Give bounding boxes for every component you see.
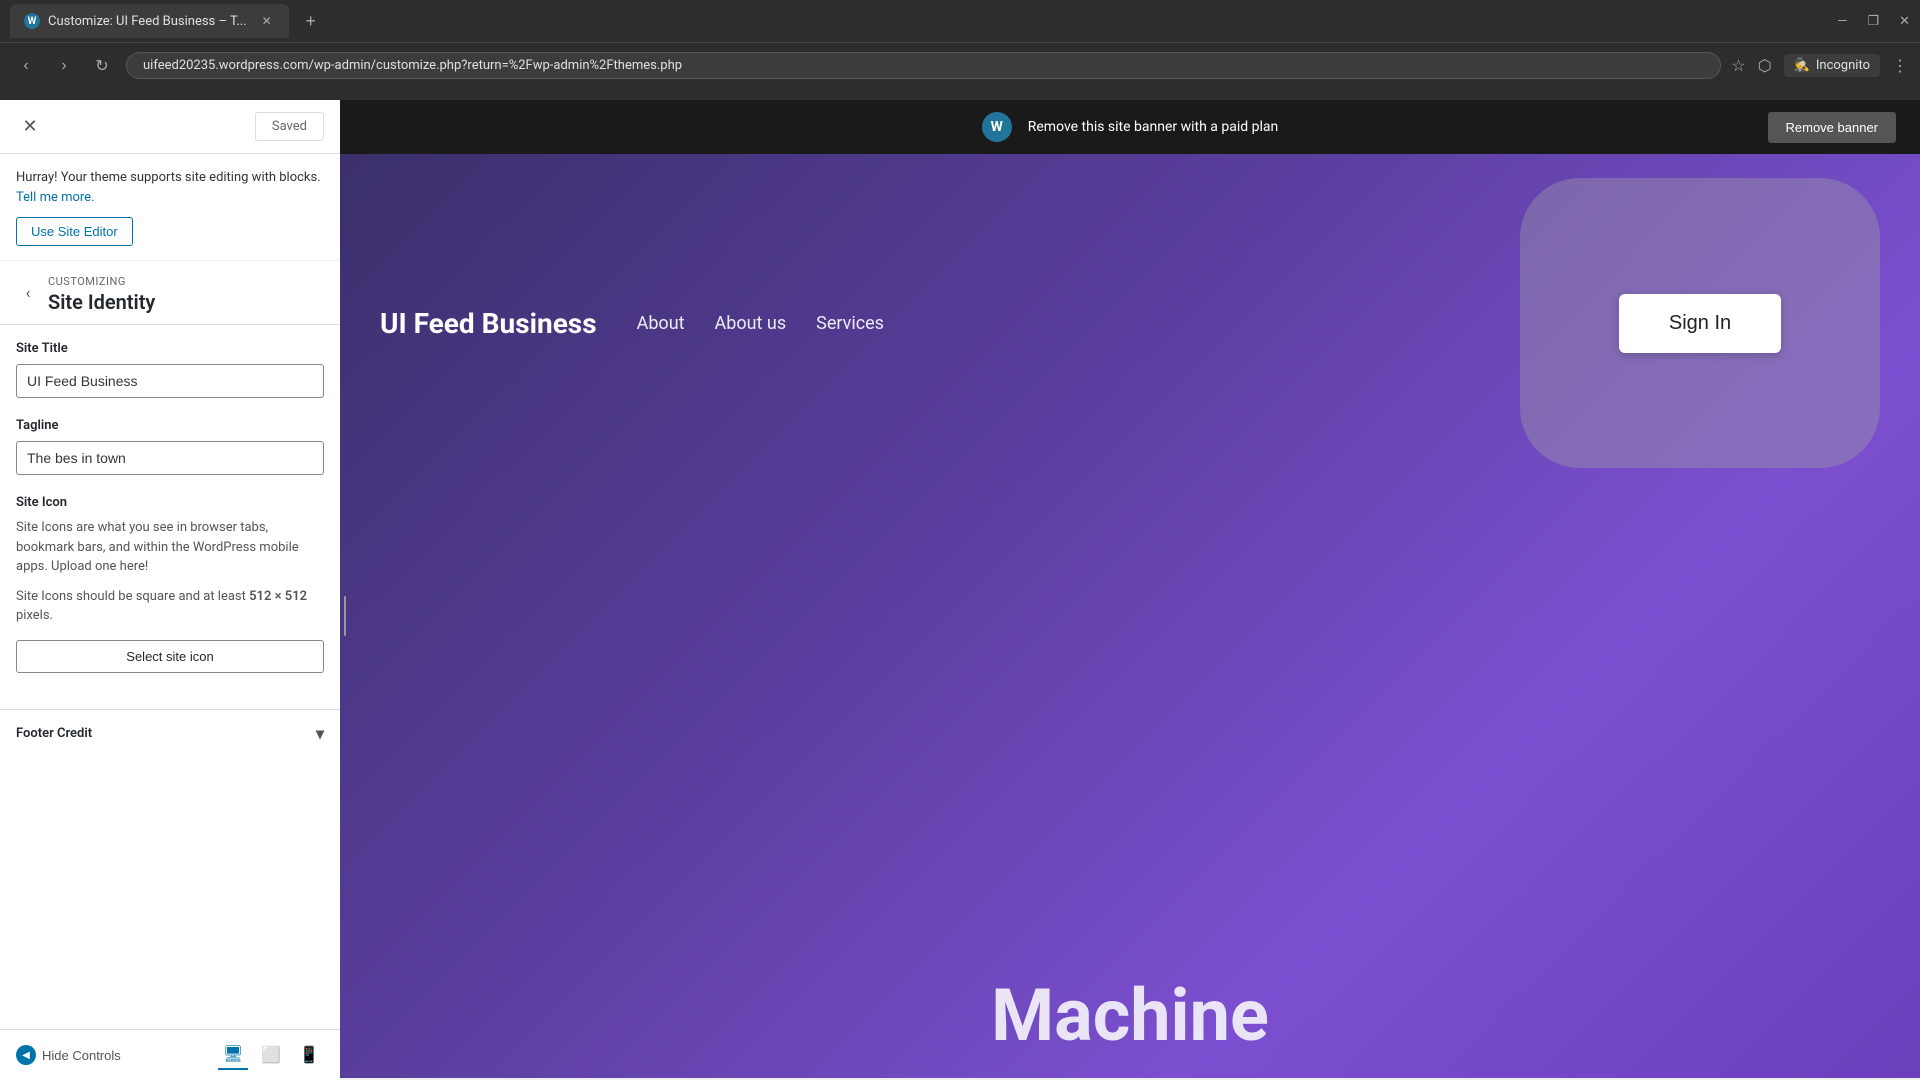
close-customizer-button[interactable]: ✕ bbox=[16, 113, 44, 141]
nav-link-about[interactable]: About bbox=[637, 313, 685, 334]
site-logo-text: UI Feed Business bbox=[380, 307, 597, 340]
mobile-view-button[interactable]: 📱 bbox=[294, 1040, 324, 1070]
customizer-top-bar: ✕ Saved bbox=[0, 100, 340, 154]
block-support-text: Hurray! Your theme supports site editing… bbox=[16, 170, 321, 185]
tagline-label: Tagline bbox=[16, 418, 324, 433]
customizer-scrollable[interactable]: ‹ Customizing Site Identity Site Title T… bbox=[0, 261, 340, 1080]
forward-button[interactable]: › bbox=[50, 52, 78, 80]
site-icon-label: Site Icon bbox=[16, 495, 324, 510]
minimize-button[interactable]: — bbox=[1837, 14, 1847, 29]
select-site-icon-button[interactable]: Select site icon bbox=[16, 640, 324, 673]
footer-credit-label: Footer Credit bbox=[16, 726, 92, 741]
browser-chrome: W Customize: UI Feed Business – T... ✕ +… bbox=[0, 0, 1920, 100]
incognito-badge: 🕵 Incognito bbox=[1784, 54, 1880, 77]
incognito-icon: 🕵 bbox=[1794, 58, 1810, 73]
machine-text: Machine bbox=[991, 973, 1269, 1058]
tagline-group: Tagline bbox=[16, 418, 324, 475]
customizing-label: Customizing bbox=[48, 275, 324, 288]
remove-banner-button[interactable]: Remove banner bbox=[1768, 112, 1897, 143]
tagline-input[interactable] bbox=[16, 441, 324, 475]
section-title: Site Identity bbox=[48, 290, 324, 314]
site-preview: UI Feed Business About About us Services… bbox=[340, 154, 1920, 1078]
site-icon-requirement: Site Icons should be square and at least… bbox=[16, 587, 324, 626]
wp-top-banner: W Remove this site banner with a paid pl… bbox=[340, 100, 1920, 154]
reload-button[interactable]: ↻ bbox=[88, 52, 116, 80]
site-title-label: Site Title bbox=[16, 341, 324, 356]
resize-handle[interactable] bbox=[340, 154, 350, 1078]
wp-logo-icon: W bbox=[982, 112, 1012, 142]
site-icon-section: Site Icon Site Icons are what you see in… bbox=[16, 495, 324, 673]
nav-link-services[interactable]: Services bbox=[816, 313, 884, 334]
customizer-header: ‹ Customizing Site Identity bbox=[0, 261, 340, 325]
browser-tab[interactable]: W Customize: UI Feed Business – T... ✕ bbox=[10, 4, 289, 38]
preview-panel: W Remove this site banner with a paid pl… bbox=[340, 100, 1920, 1080]
window-controls: — ❐ ✕ bbox=[1837, 14, 1910, 29]
sign-in-button[interactable]: Sign In bbox=[1619, 294, 1781, 353]
customizer-panel: ✕ Saved Hurray! Your theme supports site… bbox=[0, 100, 340, 1080]
hide-controls-button[interactable]: ◀ Hide Controls bbox=[16, 1045, 121, 1065]
device-buttons: 🖥 ⬜ 📱 bbox=[218, 1040, 324, 1070]
site-nav-links: About About us Services bbox=[637, 313, 884, 334]
banner-text: Remove this site banner with a paid plan bbox=[1028, 119, 1279, 135]
site-title-group: Site Title bbox=[16, 341, 324, 398]
tab-close-icon[interactable]: ✕ bbox=[259, 13, 275, 29]
main-layout: ✕ Saved Hurray! Your theme supports site… bbox=[0, 100, 1920, 1080]
incognito-label: Incognito bbox=[1816, 58, 1870, 73]
close-window-button[interactable]: ✕ bbox=[1899, 14, 1910, 29]
url-text: uifeed20235.wordpress.com/wp-admin/custo… bbox=[143, 58, 682, 73]
address-bar[interactable]: uifeed20235.wordpress.com/wp-admin/custo… bbox=[126, 52, 1721, 79]
hide-controls-icon: ◀ bbox=[16, 1045, 36, 1065]
back-button[interactable]: ‹ bbox=[12, 52, 40, 80]
menu-icon[interactable]: ⋮ bbox=[1892, 56, 1908, 75]
site-editor-banner: Hurray! Your theme supports site editing… bbox=[0, 154, 340, 261]
tell-more-link[interactable]: Tell me more. bbox=[16, 190, 95, 205]
browser-toolbar: ‹ › ↻ uifeed20235.wordpress.com/wp-admin… bbox=[0, 42, 1920, 88]
site-title-input[interactable] bbox=[16, 364, 324, 398]
maximize-button[interactable]: ❐ bbox=[1867, 14, 1879, 29]
tablet-view-button[interactable]: ⬜ bbox=[256, 1040, 286, 1070]
desktop-view-button[interactable]: 🖥 bbox=[218, 1040, 248, 1070]
nav-link-about-us[interactable]: About us bbox=[715, 313, 787, 334]
wp-tab-icon: W bbox=[24, 13, 40, 29]
sign-in-area: Sign In bbox=[1520, 178, 1880, 468]
saved-status: Saved bbox=[255, 112, 324, 141]
sign-in-blob: Sign In bbox=[1520, 178, 1880, 468]
hide-controls-label: Hide Controls bbox=[42, 1048, 121, 1063]
chevron-down-icon: ▾ bbox=[316, 724, 324, 743]
star-icon[interactable]: ☆ bbox=[1731, 56, 1745, 75]
footer-credit-row[interactable]: Footer Credit ▾ bbox=[0, 709, 340, 757]
site-nav: UI Feed Business About About us Services… bbox=[340, 154, 1920, 492]
customizer-bottom-bar: ◀ Hide Controls 🖥 ⬜ 📱 bbox=[0, 1029, 340, 1080]
site-icon-description: Site Icons are what you see in browser t… bbox=[16, 518, 324, 577]
new-tab-button[interactable]: + bbox=[297, 7, 325, 35]
use-site-editor-button[interactable]: Use Site Editor bbox=[16, 217, 133, 246]
customizer-body: Site Title Tagline Site Icon Site Icons … bbox=[0, 325, 340, 709]
toolbar-icons: ☆ ⬡ 🕵 Incognito ⋮ bbox=[1731, 54, 1908, 77]
browser-titlebar: W Customize: UI Feed Business – T... ✕ +… bbox=[0, 0, 1920, 42]
tab-title: Customize: UI Feed Business – T... bbox=[48, 14, 247, 29]
back-button[interactable]: ‹ bbox=[14, 279, 42, 307]
cast-icon[interactable]: ⬡ bbox=[1758, 56, 1772, 75]
